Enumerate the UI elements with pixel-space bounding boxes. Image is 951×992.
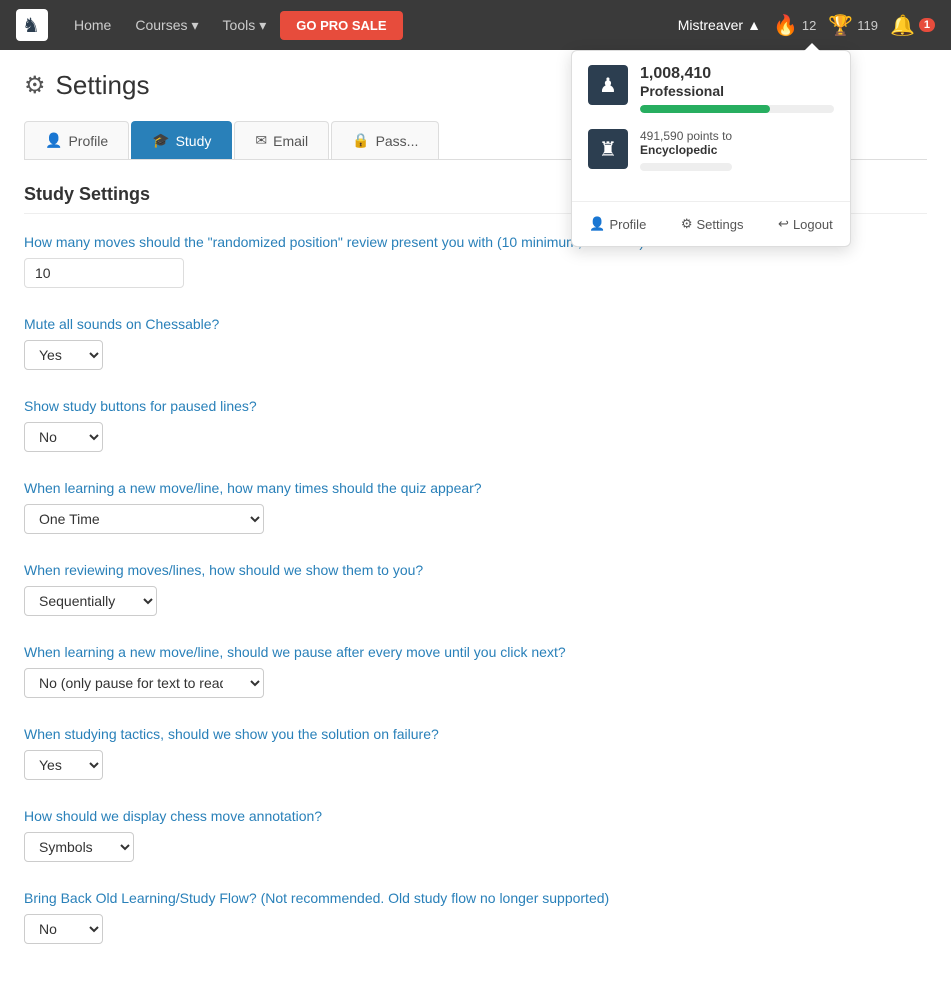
- label-review-order: When reviewing moves/lines, how should w…: [24, 562, 927, 578]
- dropdown-next-level-row: ♜ 491,590 points to Encyclopedic: [588, 129, 834, 177]
- email-icon: ✉: [255, 132, 267, 149]
- select-annotation-display[interactable]: Symbols Text Both: [24, 832, 134, 862]
- chess-rook-icon: ♜: [599, 137, 617, 162]
- svg-text:♞: ♞: [22, 15, 40, 37]
- select-mute-sounds[interactable]: Yes No: [24, 340, 103, 370]
- chess-piece-icon: ♟: [599, 73, 617, 98]
- fire-icon: 🔥: [773, 13, 798, 38]
- fire-streak-badge[interactable]: 🔥 12: [773, 13, 816, 38]
- gear-icon: ⚙: [681, 216, 693, 232]
- label-annotation-display: How should we display chess move annotat…: [24, 808, 927, 824]
- tab-email[interactable]: ✉ Email: [234, 121, 329, 159]
- nav-tools[interactable]: Tools ▾: [213, 11, 277, 40]
- nav-home[interactable]: Home: [64, 11, 121, 40]
- dropdown-user-row: ♟ 1,008,410 Professional: [588, 65, 834, 119]
- tab-profile[interactable]: 👤 Profile: [24, 121, 129, 159]
- dropdown-logout-link[interactable]: ↩ Logout: [770, 212, 841, 236]
- field-annotation-display: How should we display chess move annotat…: [24, 808, 927, 862]
- field-mute-sounds: Mute all sounds on Chessable? Yes No: [24, 316, 927, 370]
- current-level: Professional: [640, 83, 834, 99]
- logout-icon: ↩: [778, 216, 789, 232]
- chevron-down-icon: ▾: [259, 17, 266, 34]
- trophy-icon: 🏆: [828, 13, 853, 38]
- select-pause-move[interactable]: No (only pause for text to read) Yes No: [24, 668, 264, 698]
- next-level-progress-container: [640, 163, 732, 171]
- xp-progress-bar-container: [640, 105, 834, 113]
- bell-icon: 🔔: [890, 13, 915, 38]
- points-to-next-level: 491,590 points to Encyclopedic: [640, 129, 732, 177]
- graduation-icon: 🎓: [152, 132, 169, 149]
- xp-progress-bar-fill: [640, 105, 770, 113]
- go-pro-button[interactable]: GO PRO SALE: [280, 11, 402, 40]
- dropdown-profile-section: ♟ 1,008,410 Professional ♜ 491,590 point…: [572, 51, 850, 201]
- field-tactics-solution: When studying tactics, should we show yo…: [24, 726, 927, 780]
- field-old-flow: Bring Back Old Learning/Study Flow? (Not…: [24, 890, 927, 944]
- points-count: 1,008,410: [640, 65, 834, 83]
- lock-icon: 🔒: [352, 132, 369, 149]
- user-icon: 👤: [589, 216, 605, 232]
- nav-right-section: Mistreaver ▲ 🔥 12 🏆 119 🔔 1: [678, 13, 935, 38]
- label-tactics-solution: When studying tactics, should we show yo…: [24, 726, 927, 742]
- field-pause-move: When learning a new move/line, should we…: [24, 644, 927, 698]
- nav-links: Home Courses ▾ Tools ▾ GO PRO SALE: [64, 11, 678, 40]
- avatar: ♟: [588, 65, 628, 105]
- tab-password[interactable]: 🔒 Pass...: [331, 121, 439, 159]
- page-title: Settings: [56, 70, 150, 101]
- label-mute-sounds: Mute all sounds on Chessable?: [24, 316, 927, 332]
- chevron-up-icon: ▲: [747, 17, 761, 33]
- chevron-down-icon: ▾: [192, 17, 199, 34]
- field-quiz-times: When learning a new move/line, how many …: [24, 480, 927, 534]
- next-level-avatar: ♜: [588, 129, 628, 169]
- settings-gear-icon: ⚙: [24, 71, 46, 100]
- dropdown-settings-link[interactable]: ⚙ Settings: [673, 212, 752, 236]
- site-logo[interactable]: ♞: [16, 9, 48, 41]
- dropdown-menu-links: 👤 Profile ⚙ Settings ↩ Logout: [572, 202, 850, 246]
- field-review-order: When reviewing moves/lines, how should w…: [24, 562, 927, 616]
- bell-notification[interactable]: 🔔 1: [890, 13, 935, 38]
- label-quiz-times: When learning a new move/line, how many …: [24, 480, 927, 496]
- select-quiz-times[interactable]: One Time Two Times Three Times: [24, 504, 264, 534]
- user-dropdown: ♟ 1,008,410 Professional ♜ 491,590 point…: [571, 50, 851, 247]
- dropdown-points-info: 1,008,410 Professional: [640, 65, 834, 119]
- trophy-badge[interactable]: 🏆 119: [828, 13, 878, 38]
- user-icon: 👤: [45, 132, 62, 149]
- select-review-order[interactable]: Sequentially Randomly: [24, 586, 157, 616]
- label-study-buttons: Show study buttons for paused lines?: [24, 398, 927, 414]
- username-button[interactable]: Mistreaver ▲: [678, 17, 761, 33]
- label-old-flow: Bring Back Old Learning/Study Flow? (Not…: [24, 890, 927, 906]
- label-pause-move: When learning a new move/line, should we…: [24, 644, 927, 660]
- select-tactics-solution[interactable]: Yes No: [24, 750, 103, 780]
- dropdown-profile-link[interactable]: 👤 Profile: [581, 212, 654, 236]
- nav-courses[interactable]: Courses ▾: [125, 11, 208, 40]
- input-randomized-moves[interactable]: [24, 258, 184, 288]
- select-study-buttons[interactable]: No Yes: [24, 422, 103, 452]
- select-old-flow[interactable]: No Yes: [24, 914, 103, 944]
- tab-study[interactable]: 🎓 Study: [131, 121, 232, 159]
- field-study-buttons: Show study buttons for paused lines? No …: [24, 398, 927, 452]
